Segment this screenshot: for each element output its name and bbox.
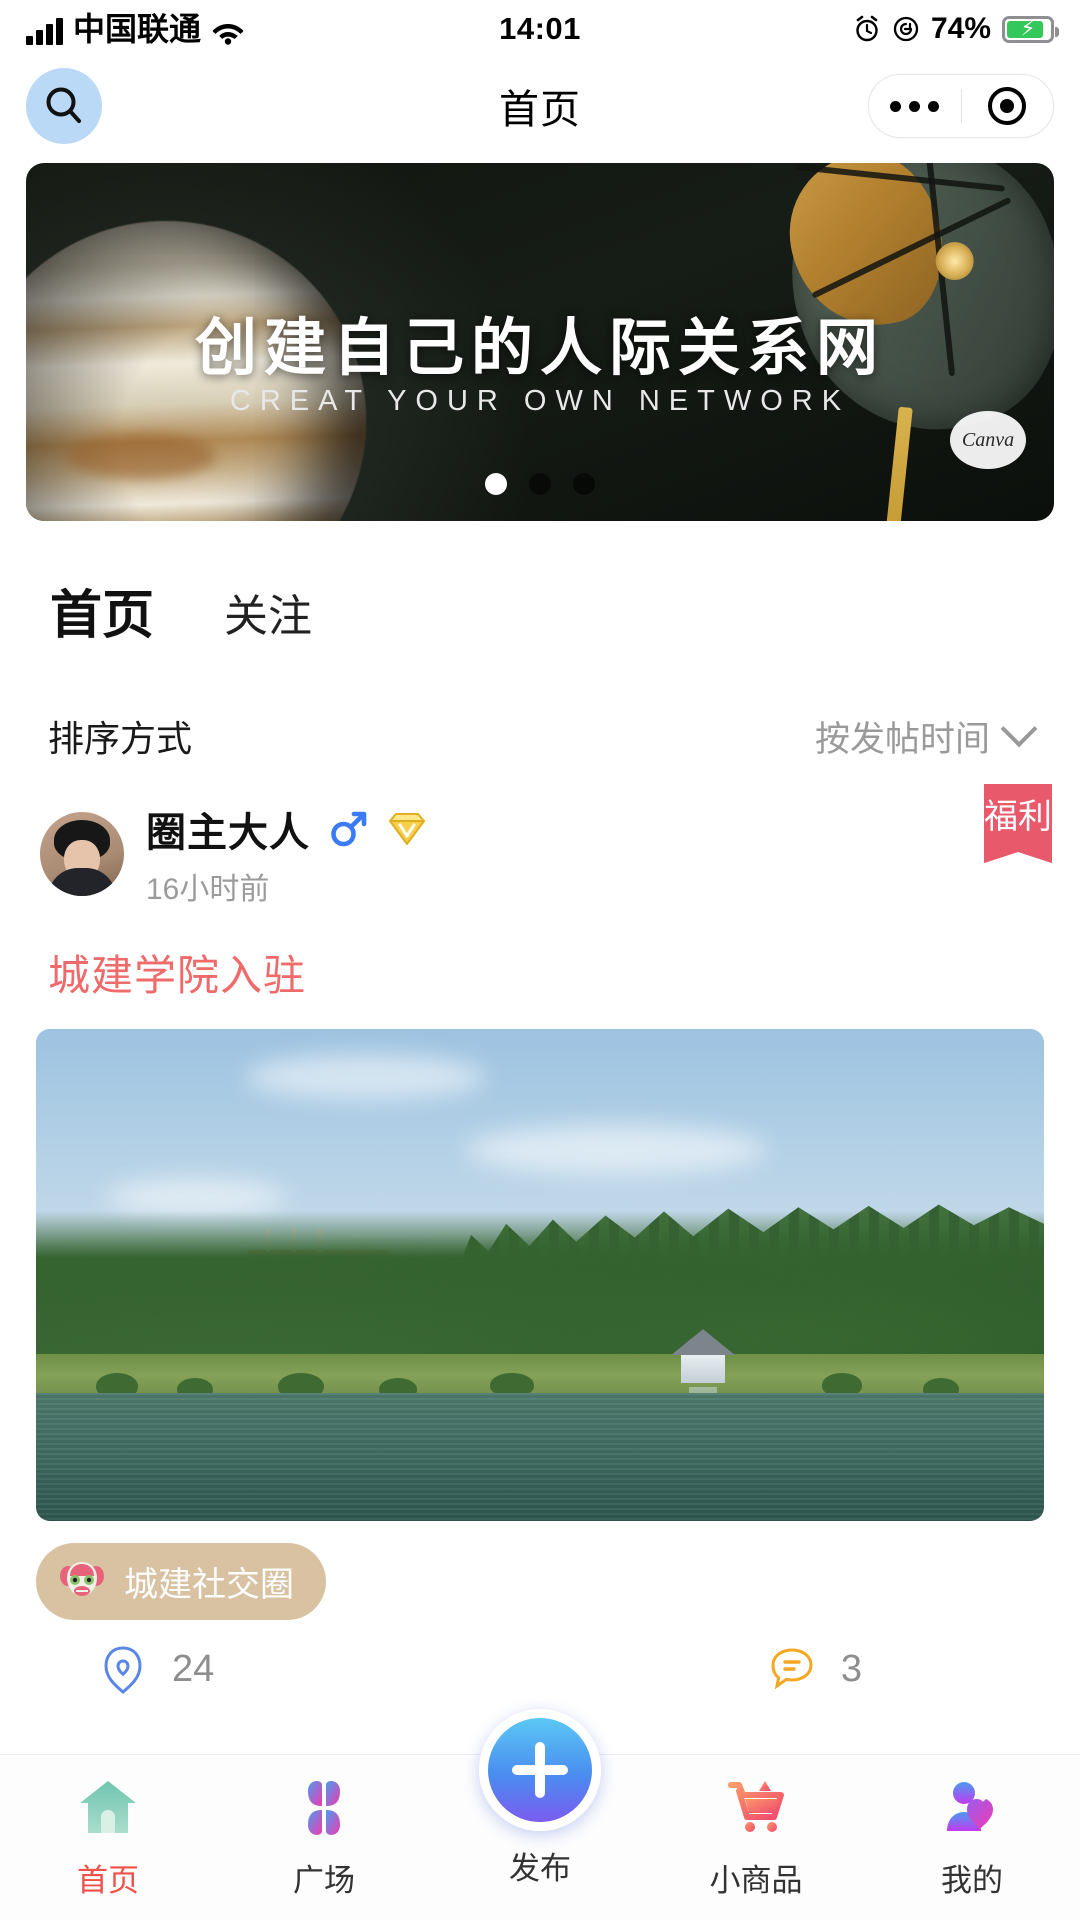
status-bar-right: 74% ⚡: [853, 12, 1059, 46]
carousel-indicator[interactable]: [26, 473, 1054, 495]
post-title[interactable]: 城建学院入驻: [0, 908, 1080, 1003]
tabbar-item-goods[interactable]: 小商品: [648, 1771, 864, 1900]
home-icon: [73, 1771, 143, 1845]
post-timestamp: 16小时前: [146, 873, 270, 906]
feed-tabs: 首页 关注: [0, 521, 1080, 654]
profile-icon: [937, 1771, 1007, 1845]
sort-value-label: 按发帖时间: [814, 719, 990, 759]
carousel-dot[interactable]: [485, 473, 507, 495]
like-action[interactable]: 24: [0, 1642, 214, 1696]
comment-bubble-icon: [771, 1648, 813, 1690]
post-image-wrap[interactable]: [0, 1003, 1080, 1521]
banner-slide[interactable]: 创建自己的人际关系网 CREAT YOUR OWN NETWORK Canva: [26, 163, 1054, 521]
circle-tag-label: 城建社交圈: [124, 1566, 294, 1604]
tabbar-item-profile[interactable]: 我的: [864, 1771, 1080, 1900]
tabbar-item-home[interactable]: 首页: [0, 1771, 216, 1900]
more-dots-icon: [890, 100, 940, 112]
sort-label: 排序方式: [48, 718, 193, 759]
battery-percent-label: 74%: [930, 12, 991, 45]
comment-action[interactable]: 3: [765, 1642, 1080, 1696]
post-author-meta: 圈主大人 16小时前: [146, 800, 428, 908]
tabbar-label-goods: 小商品: [709, 1863, 803, 1898]
author-name-row: 圈主大人: [146, 800, 428, 858]
sort-dropdown[interactable]: 按发帖时间: [814, 710, 1038, 762]
heart-outline-icon: [104, 1646, 142, 1694]
wechat-capsule[interactable]: [868, 74, 1054, 138]
carousel-dot[interactable]: [573, 473, 595, 495]
battery-charging-icon: ⚡: [1002, 15, 1059, 43]
post-image[interactable]: [36, 1029, 1044, 1521]
bottom-tab-bar: 首页 广场 发布 小商品 我的: [0, 1709, 1080, 1920]
banner-carousel[interactable]: 创建自己的人际关系网 CREAT YOUR OWN NETWORK Canva: [0, 154, 1080, 521]
author-name[interactable]: 圈主大人: [146, 800, 310, 858]
carousel-dot[interactable]: [529, 473, 551, 495]
alarm-icon: [856, 15, 878, 42]
tabbar-label-home: 首页: [77, 1863, 139, 1898]
plaza-icon: [289, 1771, 359, 1845]
canva-watermark: Canva: [950, 411, 1026, 469]
like-count: 24: [172, 1647, 215, 1690]
post-card: 圈主大人 16小时前 福利 城建学院入驻 城建社交圈 24 3: [0, 762, 1080, 1696]
tabbar-label-profile: 我的: [941, 1863, 1003, 1898]
app-root: 中国联通 14:01 74% ⚡ 首页 创建自己的人际关系网 CREAT YOU…: [0, 0, 1080, 1920]
vip-diamond-icon: [389, 813, 425, 845]
cart-icon: [721, 1771, 791, 1845]
banner-subheadline: CREAT YOUR OWN NETWORK: [229, 385, 851, 417]
publish-icon: [512, 1742, 568, 1798]
tabbar-label-plaza: 广场: [293, 1863, 355, 1898]
male-gender-icon: [331, 811, 367, 847]
target-icon: [988, 87, 1027, 125]
welfare-ribbon-badge: 福利: [984, 784, 1052, 864]
lion-head-icon: [60, 1561, 104, 1596]
circle-tag-chip[interactable]: 城建社交圈: [36, 1543, 326, 1620]
more-button[interactable]: [869, 100, 961, 112]
avatar[interactable]: [40, 812, 124, 896]
post-header: 圈主大人 16小时前: [0, 800, 1080, 908]
sort-row: 排序方式 按发帖时间: [0, 654, 1080, 762]
nav-bar: 首页: [0, 58, 1080, 154]
status-bar: 中国联通 14:01 74% ⚡: [0, 0, 1080, 58]
chevron-down-icon: [1000, 710, 1038, 748]
publish-button[interactable]: [479, 1709, 601, 1831]
comment-count: 3: [840, 1647, 862, 1690]
tabbar-item-plaza[interactable]: 广场: [216, 1771, 432, 1900]
tabbar-label-publish: 发布: [509, 1851, 571, 1886]
close-miniprogram-button[interactable]: [962, 87, 1054, 125]
post-circle-tag-wrap: 城建社交圈: [0, 1521, 1080, 1620]
post-actions: 24 3: [0, 1620, 1080, 1696]
tabbar-item-publish[interactable]: 发布: [432, 1709, 648, 1888]
banner-headline: 创建自己的人际关系网: [194, 311, 885, 384]
tab-home[interactable]: 首页: [43, 573, 161, 654]
rotation-lock-icon: [893, 16, 919, 42]
tab-following[interactable]: 关注: [224, 580, 312, 654]
